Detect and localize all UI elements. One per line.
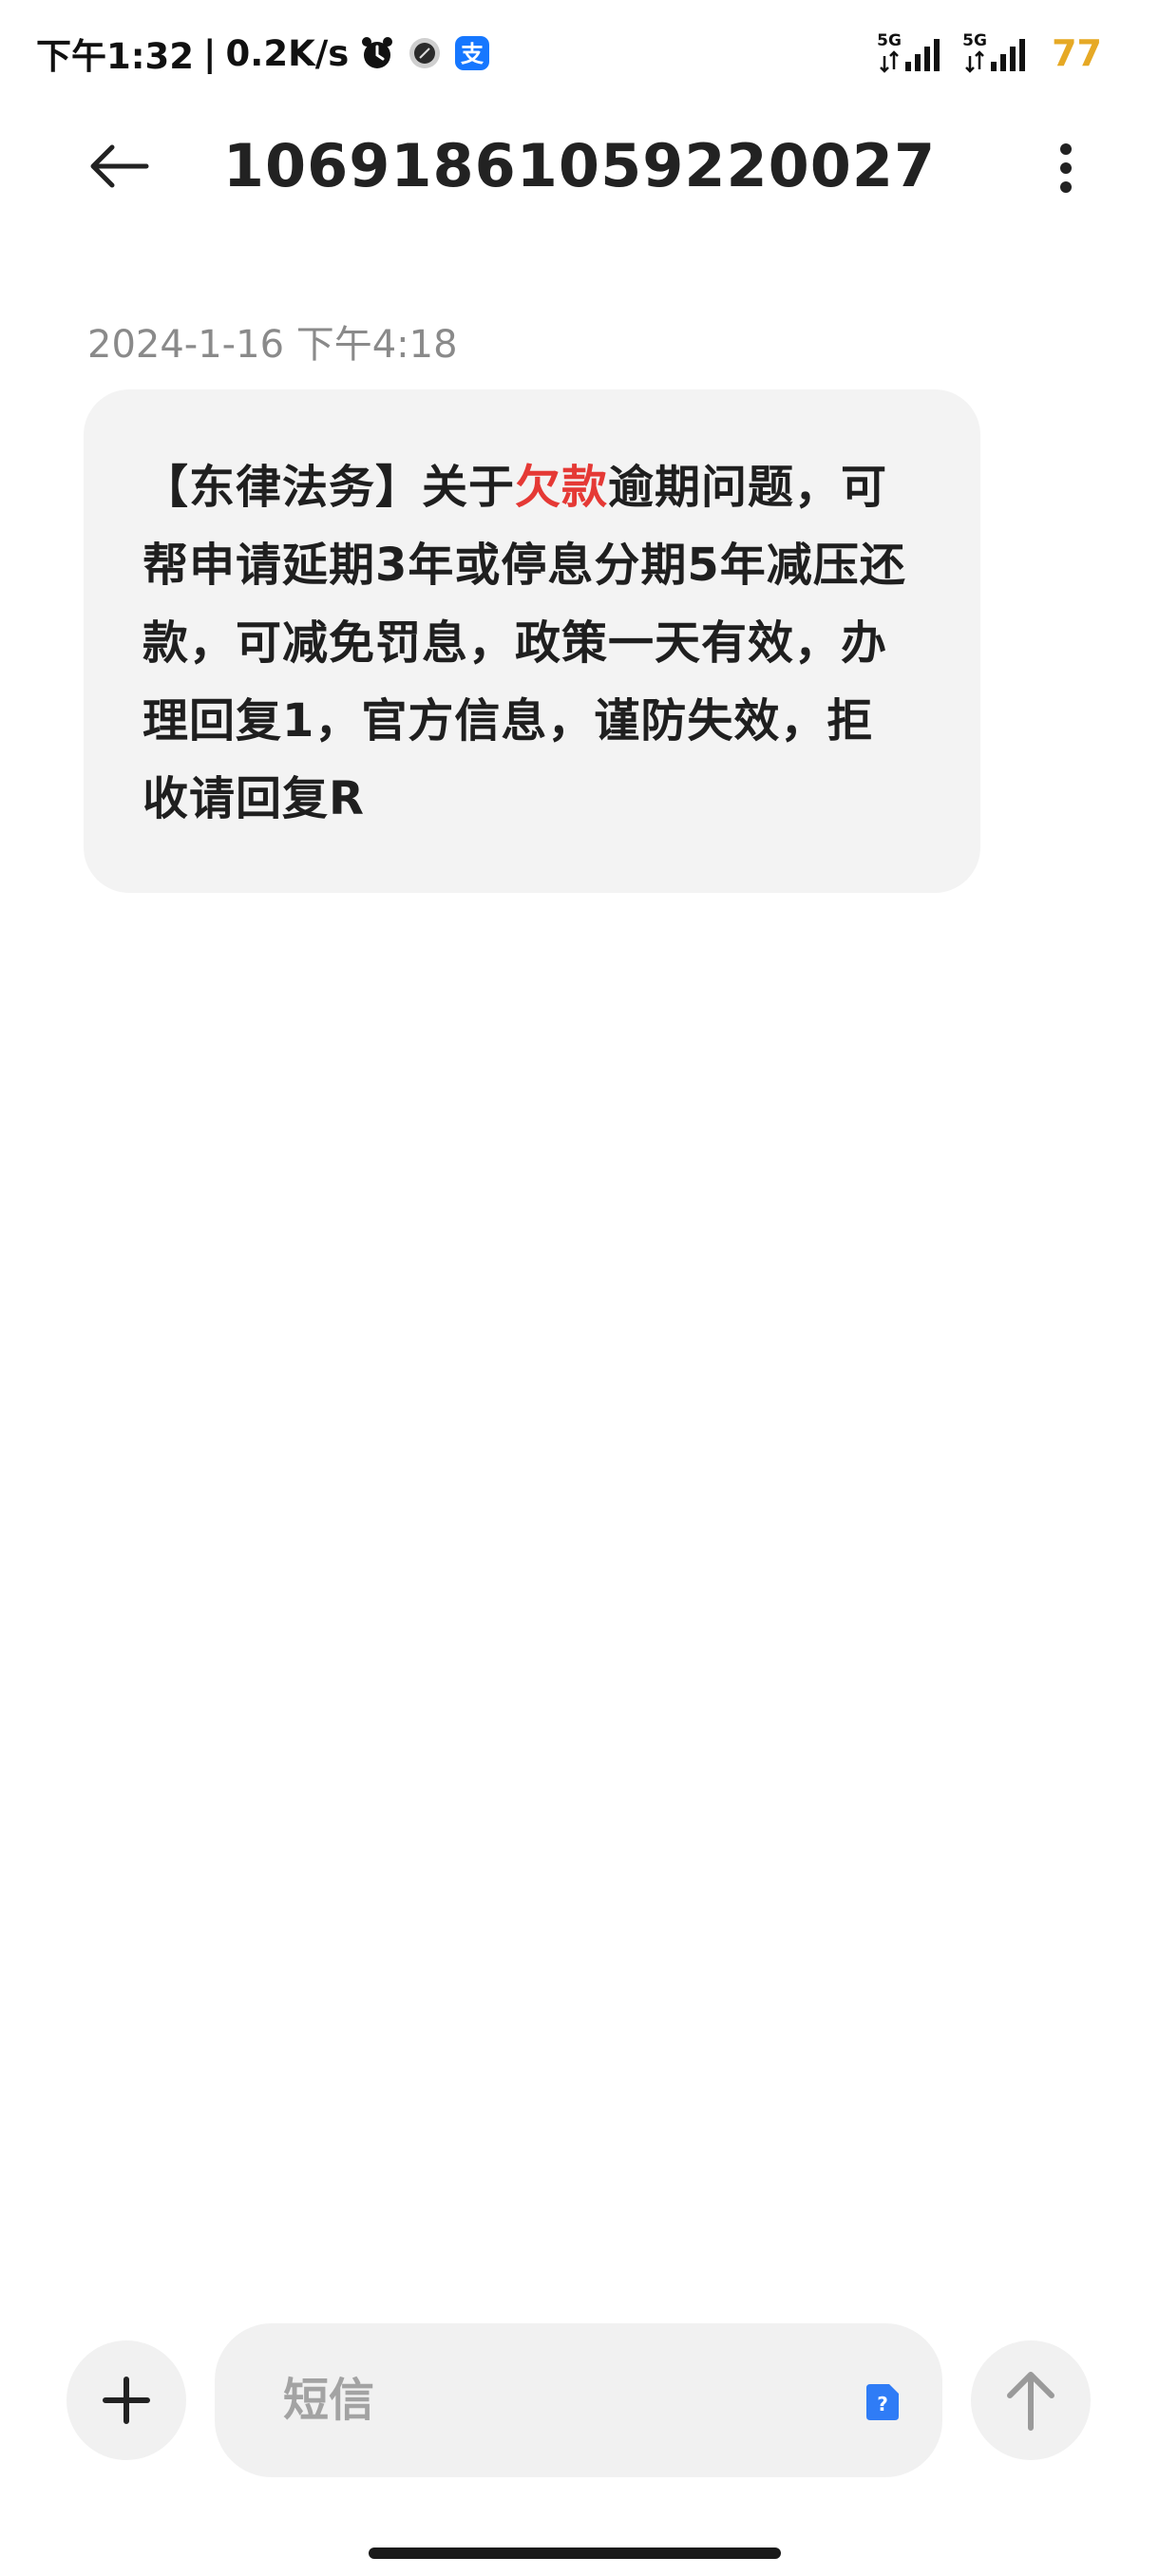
sim1-signal-icon: 5G xyxy=(877,31,949,75)
battery-level: 77 xyxy=(1052,32,1102,74)
status-left: 下午1:32 | 0.2K/s 支 xyxy=(36,27,491,80)
alarm-icon xyxy=(358,34,396,72)
message-timestamp: 2024-1-16 下午4:18 xyxy=(87,323,458,367)
status-right: 5G 5G 77 xyxy=(877,27,1102,80)
arrow-up-icon xyxy=(1007,2372,1054,2431)
network-speed: 0.2K/s xyxy=(225,32,350,74)
sms-conversation-screen: 下午1:32 | 0.2K/s 支 5G 5G 77 1069186105922… xyxy=(0,0,1159,2576)
svg-text:支: 支 xyxy=(461,41,484,67)
incoming-message-bubble[interactable]: 【东律法务】关于欠款逾期问题，可帮申请延期3年或停息分期5年减压还款，可减免罚息… xyxy=(84,389,980,893)
send-button[interactable] xyxy=(971,2340,1091,2460)
app-status-icon xyxy=(406,34,444,72)
message-text-after: 逾期问题，可帮申请延期3年或停息分期5年减压还款，可减免罚息，政策一天有效，办理… xyxy=(142,461,906,825)
status-time: 下午1:32 xyxy=(36,36,195,77)
sim2-signal-icon: 5G xyxy=(962,31,1035,75)
message-text-before: 【东律法务】关于 xyxy=(142,461,516,514)
alipay-icon: 支 xyxy=(453,34,491,72)
message-input-container: ? xyxy=(215,2323,942,2477)
message-text: 【东律法务】关于欠款逾期问题，可帮申请延期3年或停息分期5年减压还款，可减免罚息… xyxy=(142,448,920,838)
message-input[interactable] xyxy=(281,2361,817,2439)
status-separator: | xyxy=(203,32,217,74)
svg-text:?: ? xyxy=(877,2393,888,2415)
sim-card-icon[interactable]: ? xyxy=(864,2382,901,2422)
conversation-header: 10691861059220027 xyxy=(0,114,1159,218)
compose-bar: ? xyxy=(0,2318,1159,2479)
attach-button[interactable] xyxy=(66,2340,186,2460)
more-vertical-icon xyxy=(1060,143,1072,193)
message-highlight: 欠款 xyxy=(515,461,609,514)
contact-number-title: 10691861059220027 xyxy=(222,131,937,200)
status-bar: 下午1:32 | 0.2K/s 支 5G 5G 77 xyxy=(0,0,1159,104)
home-indicator[interactable] xyxy=(369,2548,781,2559)
more-options-button[interactable] xyxy=(1037,133,1094,203)
plus-icon xyxy=(103,2377,150,2424)
